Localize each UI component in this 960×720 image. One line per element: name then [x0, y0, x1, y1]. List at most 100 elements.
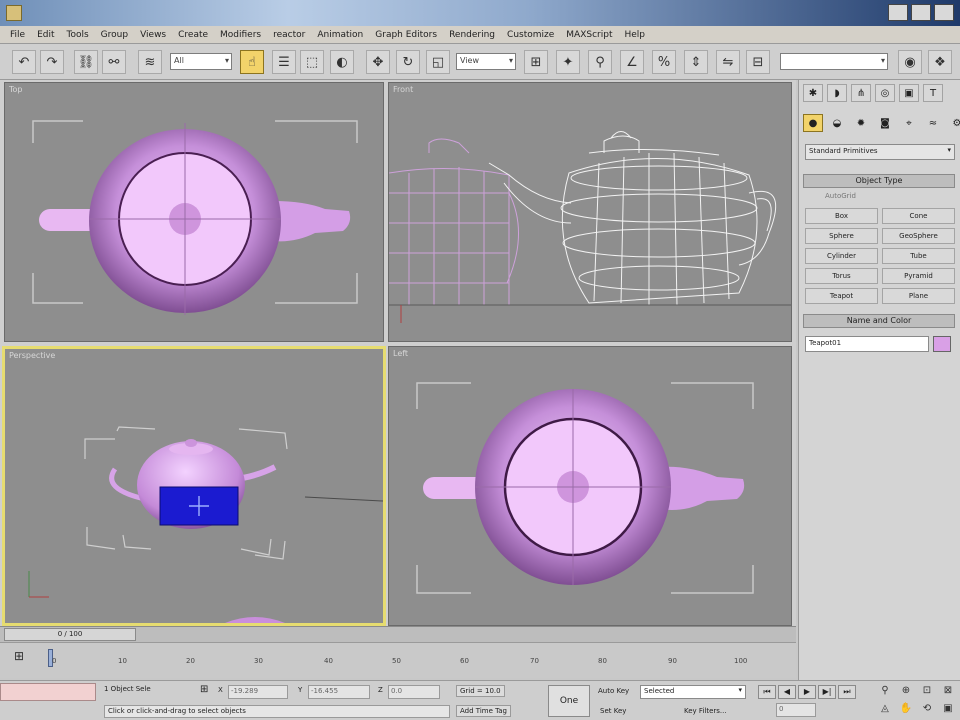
systems-icon[interactable]: ⚙ [947, 114, 960, 132]
display-tab-icon[interactable]: ▣ [899, 84, 919, 102]
plane-button[interactable]: Plane [882, 288, 955, 304]
field-of-view-icon[interactable]: ◬ [876, 703, 894, 718]
selection-lock-icon[interactable]: ⊞ [200, 684, 208, 695]
zoom-extents-all-icon[interactable]: ⊠ [939, 685, 957, 700]
cone-button[interactable]: Cone [882, 208, 955, 224]
auto-key-button[interactable]: Auto Key [598, 687, 629, 695]
modify-tab-icon[interactable]: ◗ [827, 84, 847, 102]
autogrid-checkbox[interactable]: AutoGrid [825, 192, 856, 200]
material-editor-icon[interactable]: ◉ [898, 50, 922, 74]
maxscript-listener-mini[interactable] [0, 683, 96, 701]
viewport-top[interactable]: Top [4, 82, 384, 342]
sphere-button[interactable]: Sphere [805, 228, 878, 244]
motion-tab-icon[interactable]: ◎ [875, 84, 895, 102]
key-mode-select[interactable]: Selected ▾ [640, 685, 746, 699]
render-icon[interactable]: ❖ [928, 50, 952, 74]
select-manipulate-icon[interactable]: ✦ [556, 50, 580, 74]
name-and-color-rollout[interactable]: Name and Color [803, 314, 955, 328]
menu-file[interactable]: File [4, 30, 31, 40]
menu-graph-editors[interactable]: Graph Editors [369, 30, 443, 40]
pivot-center-icon[interactable]: ⊞ [524, 50, 548, 74]
arc-rotate-icon[interactable]: ⟲ [918, 703, 936, 718]
tube-button[interactable]: Tube [882, 248, 955, 264]
menu-tools[interactable]: Tools [61, 30, 95, 40]
object-color-swatch[interactable] [933, 336, 951, 352]
lights-icon[interactable]: ✹ [851, 114, 871, 132]
snap-toggle-icon[interactable]: ⚲ [588, 50, 612, 74]
reference-coord-select[interactable]: View ▾ [456, 53, 516, 70]
helpers-icon[interactable]: ⌖ [899, 114, 919, 132]
cylinder-button[interactable]: Cylinder [805, 248, 878, 264]
spinner-snap-icon[interactable]: ⇕ [684, 50, 708, 74]
object-name-field[interactable]: Teapot01 [805, 336, 929, 352]
play-icon[interactable]: ▶ [798, 685, 816, 699]
geosphere-button[interactable]: GeoSphere [882, 228, 955, 244]
torus-button[interactable]: Torus [805, 268, 878, 284]
z-coordinate-field[interactable]: 0.0 [388, 685, 440, 699]
y-coordinate-field[interactable]: -16.455 [308, 685, 370, 699]
time-slider[interactable]: 0 / 100 [4, 628, 136, 641]
teapot-button[interactable]: Teapot [805, 288, 878, 304]
hierarchy-tab-icon[interactable]: ⋔ [851, 84, 871, 102]
viewport-perspective[interactable]: Perspective [2, 346, 386, 626]
undo-icon[interactable]: ↶ [12, 50, 36, 74]
percent-snap-icon[interactable]: % [652, 50, 676, 74]
angle-snap-icon[interactable]: ∠ [620, 50, 644, 74]
space-warps-icon[interactable]: ≈ [923, 114, 943, 132]
next-frame-icon[interactable]: ▶| [818, 685, 836, 699]
menu-modifiers[interactable]: Modifiers [214, 30, 267, 40]
menu-reactor[interactable]: reactor [267, 30, 311, 40]
menu-group[interactable]: Group [95, 30, 134, 40]
selection-filter-select[interactable]: All ▾ [170, 53, 232, 70]
pan-icon[interactable]: ✋ [897, 703, 915, 718]
move-icon[interactable]: ✥ [366, 50, 390, 74]
cameras-icon[interactable]: ◙ [875, 114, 895, 132]
create-tab-icon[interactable]: ✱ [803, 84, 823, 102]
viewport-left[interactable]: Left [388, 346, 792, 626]
menu-maxscript[interactable]: MAXScript [560, 30, 618, 40]
mirror-icon[interactable]: ⇋ [716, 50, 740, 74]
zoom-extents-icon[interactable]: ⊡ [918, 685, 936, 700]
zoom-icon[interactable]: ⚲ [876, 685, 894, 700]
add-time-tag-button[interactable]: Add Time Tag [456, 705, 511, 717]
maximize-button[interactable] [911, 4, 931, 21]
object-type-rollout[interactable]: Object Type [803, 174, 955, 188]
viewport-label-front[interactable]: Front [393, 85, 413, 94]
bind-space-warp-icon[interactable]: ≋ [138, 50, 162, 74]
shapes-icon[interactable]: ◒ [827, 114, 847, 132]
redo-icon[interactable]: ↷ [40, 50, 64, 74]
set-key-button[interactable]: Set Key [600, 707, 626, 715]
previous-frame-icon[interactable]: ◀ [778, 685, 796, 699]
x-coordinate-field[interactable]: -19.289 [228, 685, 288, 699]
menu-help[interactable]: Help [618, 30, 651, 40]
pyramid-button[interactable]: Pyramid [882, 268, 955, 284]
scale-icon[interactable]: ◱ [426, 50, 450, 74]
viewport-label-left[interactable]: Left [393, 349, 408, 358]
link-icon[interactable]: ⛓ [74, 50, 98, 74]
track-bar[interactable]: ⊞ 0 10 20 30 40 50 60 70 80 90 100 [0, 642, 796, 678]
one-button[interactable]: One [548, 685, 590, 717]
primitive-category-select[interactable]: Standard Primitives ▾ [805, 144, 955, 160]
menu-create[interactable]: Create [172, 30, 214, 40]
minimize-button[interactable] [888, 4, 908, 21]
close-button[interactable] [934, 4, 954, 21]
named-selection-sets[interactable]: ▾ [780, 53, 888, 70]
rectangular-selection-icon[interactable]: ⬚ [300, 50, 324, 74]
current-frame-field[interactable]: 0 [776, 703, 816, 717]
window-crossing-icon[interactable]: ◐ [330, 50, 354, 74]
align-icon[interactable]: ⊟ [746, 50, 770, 74]
select-by-name-icon[interactable]: ☰ [272, 50, 296, 74]
menu-animation[interactable]: Animation [311, 30, 369, 40]
viewport-front[interactable]: Front [388, 82, 792, 342]
go-to-end-icon[interactable]: ⏭ [838, 685, 856, 699]
menu-customize[interactable]: Customize [501, 30, 560, 40]
viewport-label-perspective[interactable]: Perspective [9, 351, 55, 360]
box-button[interactable]: Box [805, 208, 878, 224]
utilities-tab-icon[interactable]: T [923, 84, 943, 102]
go-to-start-icon[interactable]: ⏮ [758, 685, 776, 699]
unlink-icon[interactable]: ⚯ [102, 50, 126, 74]
mini-curve-editor-icon[interactable]: ⊞ [14, 649, 32, 665]
zoom-all-icon[interactable]: ⊕ [897, 685, 915, 700]
menu-rendering[interactable]: Rendering [443, 30, 501, 40]
menu-edit[interactable]: Edit [31, 30, 60, 40]
